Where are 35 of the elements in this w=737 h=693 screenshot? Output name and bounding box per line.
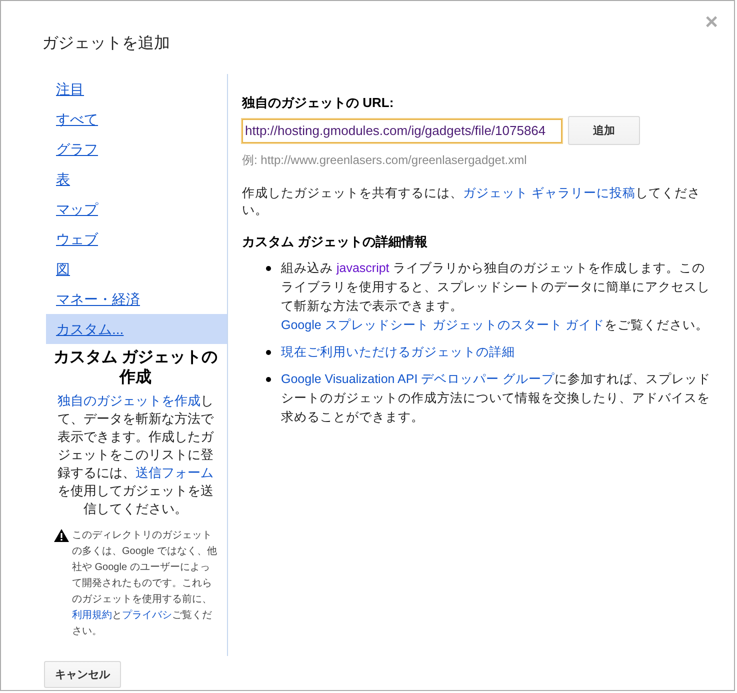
- sidebar-item[interactable]: カスタム...: [46, 314, 227, 344]
- link[interactable]: Google スプレッドシート ガジェットのスタート ガイド: [281, 318, 605, 332]
- bullet-icon: [266, 266, 271, 271]
- sidebar-item[interactable]: 表: [46, 164, 227, 194]
- url-label: 独自のガジェットの URL:: [242, 94, 395, 112]
- link[interactable]: ガジェット ギャラリーに投稿: [463, 186, 636, 200]
- warning-icon: [54, 529, 69, 542]
- sidebar-item[interactable]: すべて: [46, 104, 227, 134]
- details-heading: カスタム ガジェットの詳細情報: [242, 233, 429, 251]
- share-note: 作成したガジェットを共有するには、ガジェット ギャラリーに投稿 してください。: [242, 185, 702, 219]
- link[interactable]: プライバシ: [122, 610, 172, 621]
- link[interactable]: 利用規約: [72, 610, 112, 621]
- sidebar-item[interactable]: マップ: [46, 194, 227, 224]
- link[interactable]: Google Visualization API デベロッパー グループ: [281, 372, 555, 386]
- bullet-icon: [266, 350, 271, 355]
- custom-heading: カスタム ガジェットの作成: [52, 348, 219, 388]
- url-field[interactable]: http://hosting.gmodules.com/ig/gadgets/file/1075864: [242, 118, 562, 142]
- link[interactable]: 独自のガジェットを作成: [58, 393, 200, 408]
- dialog-title: ガジェットを追加: [42, 34, 170, 54]
- sidebar-item[interactable]: グラフ: [46, 134, 227, 164]
- sidebar-item[interactable]: マネー・経済: [46, 284, 227, 314]
- sidebar-item[interactable]: 注目: [46, 74, 227, 104]
- bullet-icon: [266, 377, 271, 382]
- details-item: 組み込み javascript ライブラリから独自のガジェットを作成します。このライブラリを使用すると、スプレッドシートのデータに簡単にアクセスして斬新な方法で表示できます。 Google スプレッドシート ガジェットのスタート ガイド をご覧ください。: [281, 260, 711, 334]
- link[interactable]: 現在ご利用いただけるガジェットの詳細: [281, 345, 515, 359]
- custom-description: 独自のガジェットを作成 して、データを斬新な方法で表示できます。作成したガジェットをこのリストに登録するには、送信フォーム を使用してガジェットを送信してください。: [56, 392, 215, 518]
- link[interactable]: javascript: [336, 261, 390, 275]
- sidebar-item[interactable]: 図: [46, 254, 227, 284]
- sidebar-item[interactable]: ウェブ: [46, 224, 227, 254]
- cancel-button[interactable]: キャンセル: [44, 661, 121, 688]
- add-button[interactable]: 追加: [568, 116, 640, 145]
- example-text: 例: http://www.greenlasers.com/greenlasergadget.xml: [242, 152, 528, 169]
- details-item: Google Visualization API デベロッパー グループに参加すれば、スプレッドシートのガジェットの作成方法について情報を交換したり、アドバイスを求めることができます。: [281, 371, 712, 426]
- link[interactable]: 送信フォーム: [136, 465, 214, 480]
- warning-text: このディレクトリのガジェットの多くは、Google ではなく、他社や Google のユーザーによって開発されたものです。これらのガジェットを使用する前に、 利用規約と プライバシご覧ください。: [72, 529, 218, 639]
